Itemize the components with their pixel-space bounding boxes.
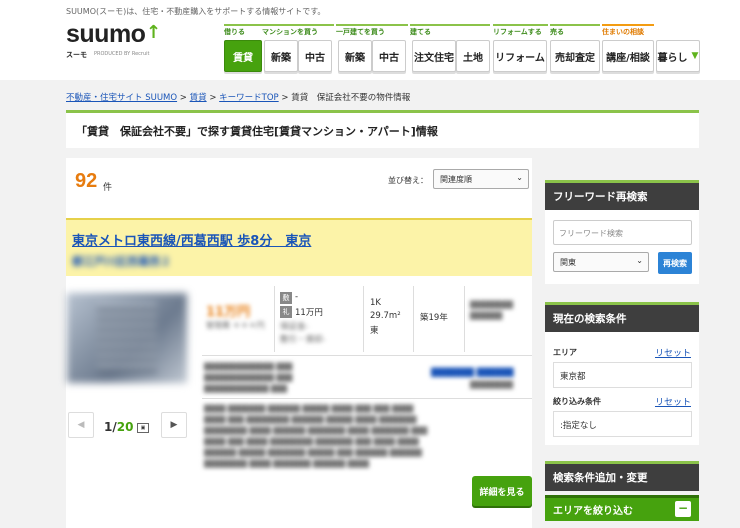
breadcrumb-link-rent[interactable]: 賃貸	[190, 93, 207, 103]
area-narrow-label: エリアを絞り込む	[553, 506, 633, 517]
add-conditions-heading: 検索条件追加・変更	[545, 461, 699, 491]
nav-group-label: 借りる	[224, 24, 262, 37]
area-value: 東京都	[553, 362, 692, 388]
nav-group-label: 住まいの相談	[602, 24, 654, 37]
site-header: SUUMO(スーモ)は、住宅・不動産購入をサポートする情報サイトです。 suum…	[0, 0, 740, 80]
redacted-link[interactable]: ███████ ██████	[431, 368, 514, 377]
suumo-logo[interactable]: suumo ↑ スーモ PRODUCED BY Recruit	[66, 20, 162, 60]
deposit-value: -	[295, 292, 299, 302]
area-reset-link[interactable]: リセット	[655, 346, 691, 359]
nav-group-label: 売る	[550, 24, 600, 37]
nav-sell-assess-button[interactable]: 売却査定	[550, 40, 600, 72]
pager-total: 20	[116, 420, 134, 434]
narrow-reset-link[interactable]: リセット	[655, 395, 691, 408]
layout-value: 1K	[370, 298, 381, 308]
photo-pager: 1/20	[104, 420, 134, 434]
property-title-link[interactable]: 東京メトロ東西線/西葛西駅 歩8分 東京	[72, 230, 311, 249]
nav-reform-button[interactable]: リフォーム	[493, 40, 547, 72]
camera-icon: ▣	[137, 423, 149, 433]
page-title: 「賃貸 保証会社不要」で探す賃貸住宅[賃貸マンション・アパート]情報	[66, 110, 699, 148]
nav-group-label: 建てる	[410, 24, 490, 37]
breadcrumb: 不動産・住宅サイト SUUMO > 賃貸 > キーワードTOP > 賃貸 保証会…	[66, 93, 411, 103]
result-count: 92	[75, 170, 98, 192]
area-select[interactable]: 関東 ⌄	[553, 252, 649, 272]
nav-group-label: 一戸建てを買う	[336, 24, 408, 37]
building-image	[97, 303, 157, 373]
current-conditions-panel: 現在の検索条件 エリア リセット 東京都 絞り込み条件 リセット :指定なし	[545, 302, 699, 445]
property-card-header: 東京メトロ東西線/西葛西駅 歩8分 東京 都江戸川区西葛西２	[66, 218, 532, 276]
area-select-value: 関東	[560, 258, 576, 267]
nav-mansion-used-button[interactable]: 中古	[298, 40, 332, 72]
logo-sub: スーモ	[66, 51, 87, 59]
add-conditions-panel: 検索条件追加・変更 エリアを絞り込む −	[545, 461, 699, 528]
site-tagline: SUUMO(スーモ)は、住宅・不動産購入をサポートする情報サイトです。	[66, 7, 326, 16]
area-narrow-toggle[interactable]: エリアを絞り込む −	[545, 495, 699, 521]
sort-select-value: 関連度順	[440, 175, 472, 184]
deposit-tag: 敷	[280, 292, 292, 304]
freeword-heading: フリーワード再検索	[545, 180, 699, 210]
photo-next-button[interactable]: ▶	[161, 412, 187, 438]
chevron-left-icon: ◀	[77, 420, 85, 430]
sort-label: 並び替え：	[388, 176, 428, 185]
nav-group-label: マンションを買う	[262, 24, 334, 37]
photo-prev-button[interactable]: ◀	[68, 412, 94, 438]
chevron-down-icon: ⌄	[636, 256, 643, 265]
redacted-info: ████████ ██████	[470, 301, 514, 320]
pager-current: 1	[104, 420, 113, 434]
results-panel: 92 件 並び替え： 関連度順 ⌄ 東京メトロ東西線/西葛西駅 歩8分 東京 都…	[66, 158, 532, 528]
chevron-right-icon: ▶	[170, 420, 178, 430]
nav-land-button[interactable]: 土地	[456, 40, 490, 72]
result-count-unit: 件	[103, 183, 113, 193]
shikibiki-value: 敷引・償却-	[280, 335, 326, 345]
area-value: 29.7m²	[370, 311, 401, 321]
area-label: エリア	[553, 348, 577, 357]
research-button[interactable]: 再検索	[658, 252, 692, 274]
nav-group-label: リフォームする	[493, 24, 548, 37]
building-age: 築19年	[420, 313, 448, 323]
divider	[413, 286, 414, 352]
nav-living-button[interactable]: 暮らし ▼	[656, 40, 700, 72]
logo-arrow-icon: ↑	[146, 22, 162, 43]
collapse-icon: −	[675, 501, 691, 517]
nav-mansion-new-button[interactable]: 新築	[264, 40, 298, 72]
nav-custom-house-button[interactable]: 注文住宅	[412, 40, 456, 72]
property-address: 都江戸川区西葛西２	[72, 255, 171, 268]
divider	[202, 398, 532, 399]
rent-price: 11万円	[206, 305, 251, 320]
nav-consult-button[interactable]: 講座/相談	[602, 40, 654, 72]
chevron-down-icon: ▼	[691, 51, 699, 61]
freeword-input[interactable]: フリーワード検索	[553, 220, 692, 245]
detail-button[interactable]: 詳細を見る	[472, 476, 532, 506]
logo-text: suumo	[66, 20, 146, 48]
nav-living-label: 暮らし	[657, 52, 688, 64]
current-conditions-heading: 現在の検索条件	[545, 302, 699, 332]
nav-house-used-button[interactable]: 中古	[372, 40, 406, 72]
divider	[274, 286, 275, 352]
nav-rent-button[interactable]: 賃貸	[224, 40, 262, 72]
management-fee: 管理費 ＊＊＊円	[206, 321, 265, 330]
direction-value: 東	[370, 326, 379, 336]
property-photo[interactable]	[67, 293, 187, 383]
logo-produced-by: PRODUCED BY Recruit	[94, 51, 150, 57]
guarantee-value: 保証金-	[280, 322, 309, 332]
sort-select[interactable]: 関連度順 ⌄	[433, 169, 529, 189]
redacted-features: ████ ███████ ██████ █████ ████ ███ ███ █…	[204, 405, 428, 468]
breadcrumb-link-keyword[interactable]: キーワードTOP	[219, 93, 279, 103]
redacted-info: ████████	[470, 381, 514, 389]
chevron-down-icon: ⌄	[516, 173, 523, 182]
divider	[202, 355, 532, 356]
redacted-access: █████████████ ███ █████████████ ███ ██████…	[204, 363, 293, 393]
narrow-label: 絞り込み条件	[553, 397, 601, 406]
breadcrumb-link-top[interactable]: 不動産・住宅サイト SUUMO	[66, 93, 177, 103]
key-money-value: 11万円	[295, 308, 323, 318]
key-money-tag: 礼	[280, 306, 292, 318]
divider	[464, 286, 465, 352]
freeword-panel: フリーワード再検索 フリーワード検索 関東 ⌄ 再検索	[545, 180, 699, 284]
narrow-value: :指定なし	[553, 411, 692, 437]
nav-house-new-button[interactable]: 新築	[338, 40, 372, 72]
divider	[363, 286, 364, 352]
breadcrumb-current: 賃貸 保証会社不要の物件情報	[291, 93, 411, 103]
